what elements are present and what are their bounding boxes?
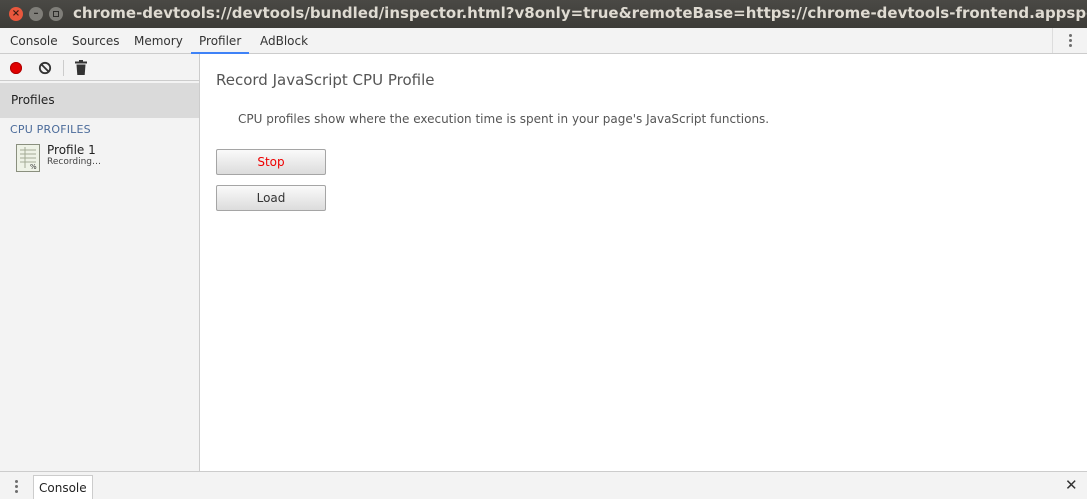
drawer-tab-console[interactable]: Console: [33, 475, 93, 499]
profile-list-item[interactable]: % Profile 1 Recording…: [16, 143, 196, 173]
toolbar-divider: [63, 60, 64, 76]
load-button[interactable]: Load: [216, 185, 326, 211]
profiler-toolbar: [0, 54, 199, 81]
tab-memory[interactable]: Memory: [134, 28, 183, 53]
window-title: chrome-devtools://devtools/bundled/inspe…: [73, 4, 1087, 22]
profiler-main-panel: Record JavaScript CPU Profile CPU profil…: [200, 54, 1087, 471]
tab-profiler[interactable]: Profiler: [191, 28, 250, 54]
drawer-menu-button[interactable]: [10, 478, 22, 494]
clear-icon[interactable]: [38, 61, 52, 75]
svg-text:%: %: [30, 163, 37, 171]
page-title: Record JavaScript CPU Profile: [216, 71, 435, 89]
stop-button[interactable]: Stop: [216, 149, 326, 175]
tab-adblock[interactable]: AdBlock: [260, 28, 308, 53]
trash-icon[interactable]: [75, 60, 87, 75]
more-vertical-icon: [14, 479, 18, 493]
profiles-header[interactable]: Profiles: [0, 83, 199, 118]
more-options-button[interactable]: [1052, 28, 1087, 53]
record-icon[interactable]: [10, 62, 22, 74]
window-titlebar: × – chrome-devtools://devtools/bundled/i…: [0, 0, 1087, 28]
window-minimize-icon[interactable]: –: [29, 7, 43, 21]
window-maximize-icon[interactable]: [49, 7, 63, 21]
window-close-icon[interactable]: ×: [9, 7, 23, 21]
profile-sheet-icon: %: [16, 144, 40, 172]
devtools-tab-strip: Console Sources Memory Profiler AdBlock: [0, 28, 1087, 54]
profiles-sidebar: Profiles CPU PROFILES % Profile 1 Record…: [0, 54, 200, 471]
tab-console[interactable]: Console: [10, 28, 58, 53]
close-icon[interactable]: ✕: [1065, 478, 1078, 493]
tab-sources[interactable]: Sources: [72, 28, 119, 53]
profile-status: Recording…: [47, 157, 102, 167]
more-vertical-icon: [1068, 34, 1072, 47]
profile-name: Profile 1: [47, 143, 96, 157]
cpu-profiles-section-label: CPU PROFILES: [10, 123, 91, 136]
console-drawer: Console ✕: [0, 471, 1087, 499]
profile-type-description: CPU profiles show where the execution ti…: [238, 112, 770, 126]
